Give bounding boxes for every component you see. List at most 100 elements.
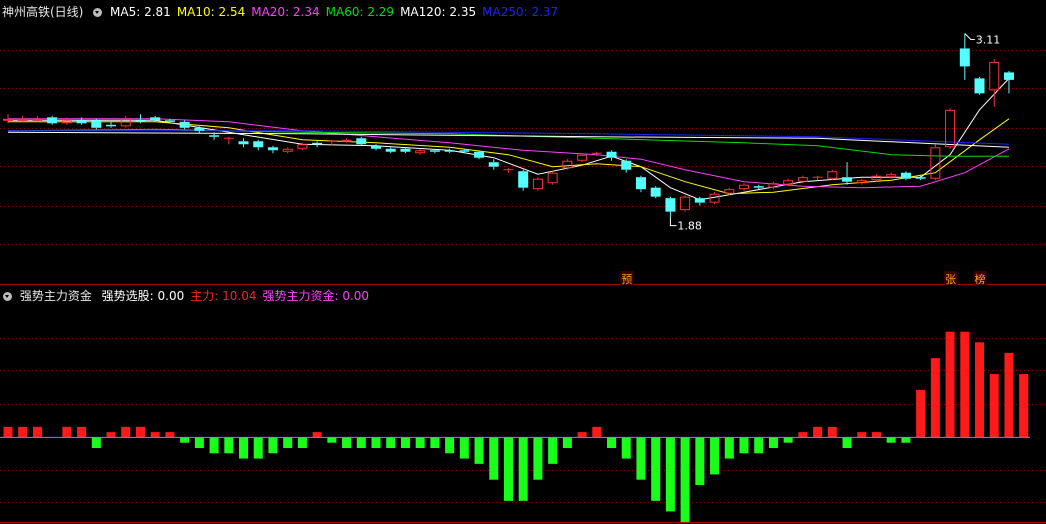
candle bbox=[739, 183, 749, 191]
indicator-bar bbox=[91, 437, 101, 448]
candle bbox=[267, 145, 278, 154]
high-price-label: 3.11 bbox=[964, 33, 1001, 46]
candle bbox=[106, 121, 117, 128]
indicator-bar bbox=[459, 437, 469, 459]
candle bbox=[312, 141, 323, 148]
candle bbox=[886, 172, 897, 179]
ma-line-ma120 bbox=[7, 131, 1010, 148]
ma-line-ma5 bbox=[8, 78, 1010, 201]
indicator-bar bbox=[665, 437, 675, 512]
indicator-bar bbox=[798, 432, 808, 438]
indicator-bar bbox=[445, 437, 455, 454]
indicator-bar bbox=[283, 437, 293, 448]
indicator-bar bbox=[813, 426, 823, 438]
indicator-bar bbox=[592, 426, 602, 438]
candle bbox=[282, 147, 293, 154]
candle bbox=[768, 181, 779, 190]
indicator-bar bbox=[901, 437, 911, 443]
indicator-bar bbox=[135, 426, 145, 438]
candle bbox=[415, 148, 426, 155]
indicator-bar bbox=[32, 426, 42, 438]
svg-text:1.88: 1.88 bbox=[677, 220, 702, 233]
indicator-bar bbox=[754, 437, 764, 454]
candle bbox=[385, 147, 396, 154]
indicator-bar bbox=[857, 432, 867, 438]
candle bbox=[32, 115, 43, 122]
indicator-bar bbox=[783, 437, 793, 443]
indicator-bar bbox=[62, 426, 72, 438]
indicator-bar bbox=[224, 437, 234, 454]
candle bbox=[665, 196, 676, 218]
svg-text:张: 张 bbox=[945, 273, 956, 286]
indicator-bar bbox=[842, 437, 852, 448]
candle bbox=[915, 175, 926, 181]
candle bbox=[680, 195, 691, 212]
candlesticks bbox=[3, 33, 1014, 218]
indicator-bar bbox=[121, 426, 131, 438]
candle bbox=[179, 120, 190, 130]
ma-lines bbox=[7, 78, 1010, 201]
signal-marker: 张 bbox=[944, 271, 958, 286]
candle bbox=[930, 144, 941, 181]
candle bbox=[577, 153, 588, 163]
indicator-bar bbox=[1004, 352, 1014, 438]
indicator-legend-item: 强势主力资金: 0.00 bbox=[262, 289, 370, 303]
candle bbox=[91, 118, 102, 130]
indicator-bar bbox=[18, 426, 28, 438]
signal-marker: 榜 bbox=[973, 271, 987, 286]
indicator-title: 强势主力资金 bbox=[19, 289, 92, 303]
indicator-bar bbox=[194, 437, 204, 448]
candle bbox=[635, 175, 646, 193]
indicator-bar bbox=[518, 437, 528, 501]
indicator-circle-icon[interactable] bbox=[3, 292, 12, 301]
candle bbox=[606, 150, 617, 161]
candle bbox=[900, 171, 911, 181]
chart-canvas: 3.11 1.88 预 张 榜 bbox=[0, 33, 1046, 523]
candle bbox=[503, 168, 514, 173]
candle bbox=[253, 139, 264, 151]
indicator-bar bbox=[342, 437, 352, 448]
indicator-legend-item: 强势选股: 0.00 bbox=[101, 289, 185, 303]
candle bbox=[974, 76, 985, 95]
svg-text:3.11: 3.11 bbox=[976, 33, 1001, 46]
indicator-bar bbox=[827, 426, 837, 438]
indicator-bar bbox=[989, 374, 999, 438]
indicator-bar bbox=[975, 342, 985, 438]
indicator-bar bbox=[489, 437, 499, 480]
svg-text:榜: 榜 bbox=[975, 272, 986, 286]
indicator-bar bbox=[77, 426, 87, 438]
indicator-legend: 强势主力资金 强势选股: 0.00 主力: 10.04 强势主力资金: 0.00 bbox=[0, 288, 381, 304]
svg-text:预: 预 bbox=[621, 273, 632, 286]
candle bbox=[871, 174, 882, 182]
indicator-bar bbox=[239, 437, 249, 459]
indicator-bar bbox=[1019, 374, 1029, 438]
candle bbox=[989, 58, 1000, 107]
indicator-legend-values: 强势选股: 0.00 主力: 10.04 强势主力资金: 0.00 bbox=[102, 289, 375, 303]
indicator-bar bbox=[180, 437, 190, 443]
indicator-bar bbox=[577, 432, 587, 438]
indicator-bar bbox=[680, 437, 690, 522]
candle bbox=[17, 115, 28, 122]
indicator-bar bbox=[710, 437, 720, 475]
indicator-bar bbox=[386, 437, 396, 448]
candle bbox=[827, 169, 838, 181]
indicator-bar bbox=[724, 437, 734, 459]
candle bbox=[371, 144, 381, 151]
candle bbox=[562, 159, 573, 170]
candle bbox=[842, 162, 853, 185]
indicator-bar bbox=[150, 432, 160, 438]
indicator-bar bbox=[871, 432, 881, 438]
candle bbox=[547, 171, 558, 185]
indicator-bar bbox=[474, 437, 484, 464]
indicator-bar bbox=[768, 437, 778, 448]
candle bbox=[47, 115, 58, 125]
indicator-bar bbox=[886, 437, 896, 443]
indicator-bar bbox=[106, 432, 116, 438]
indicator-bar bbox=[930, 358, 940, 438]
candle bbox=[518, 169, 529, 191]
indicator-legend-item: 主力: 10.04 bbox=[190, 289, 257, 303]
candle bbox=[488, 159, 499, 170]
indicator-bar bbox=[312, 432, 322, 438]
indicator-bar bbox=[430, 437, 440, 448]
indicator-bar bbox=[209, 437, 219, 454]
